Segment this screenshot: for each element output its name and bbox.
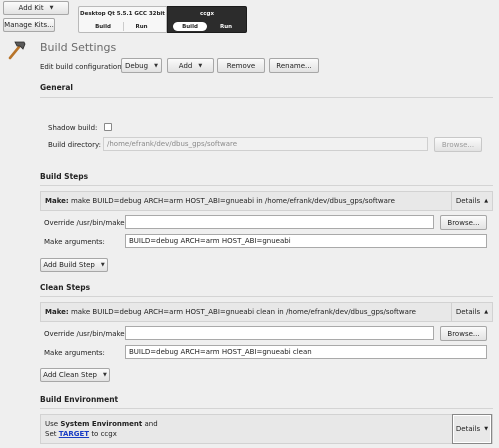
target-desktop[interactable]: Desktop Qt 5.5.1 GCC 32bit Build Run <box>78 6 167 33</box>
build-step-details-label: Details <box>455 197 481 205</box>
clean-override-label: Override /usr/bin/make: <box>44 330 127 338</box>
target-desktop-build-tab[interactable]: Build <box>87 22 119 31</box>
build-env-details-button[interactable]: Details ▼ <box>452 414 492 444</box>
general-divider <box>40 97 493 98</box>
build-env-line1: Use System Environment and <box>45 420 158 428</box>
chevron-down-icon: ▼ <box>484 426 489 432</box>
build-steps-divider <box>40 185 493 186</box>
system-environment-label: System Environment <box>60 420 143 428</box>
add-build-step-button[interactable]: Add Build Step ▼ <box>40 258 108 272</box>
clean-step-summary: Make: make BUILD=debug ARCH=arm HOST_ABI… <box>45 308 416 316</box>
target-desktop-name: Desktop Qt 5.5.1 GCC 32bit <box>80 11 165 17</box>
build-override-field[interactable] <box>125 215 434 229</box>
build-step-make-summary: make BUILD=debug ARCH=arm HOST_ABI=gnuea… <box>70 197 395 205</box>
clean-steps-title: Clean Steps <box>40 283 91 292</box>
target-ccgx[interactable]: ccgx Build Run <box>167 6 247 33</box>
build-env-title: Build Environment <box>40 395 119 404</box>
clean-override-browse-label: Browse... <box>447 329 480 338</box>
add-clean-step-button[interactable]: Add Clean Step ▼ <box>40 368 110 382</box>
hammer-icon <box>4 38 28 62</box>
build-step-make-header: Make: make BUILD=debug ARCH=arm HOST_ABI… <box>40 191 493 211</box>
build-override-browse-button[interactable]: Browse... <box>440 215 487 230</box>
general-title: General <box>40 83 73 92</box>
target-ccgx-run-tab[interactable]: Run <box>210 22 242 31</box>
build-env-details-label: Details <box>455 425 481 433</box>
target-desktop-run-tab[interactable]: Run <box>123 22 159 31</box>
add-build-step-label: Add Build Step <box>43 261 95 269</box>
add-clean-step-label: Add Clean Step <box>43 371 97 379</box>
chevron-down-icon: ▼ <box>49 5 54 11</box>
build-step-details-button[interactable]: Details ▲ <box>451 192 492 210</box>
build-dir-browse-button[interactable]: Browse... <box>434 137 482 152</box>
build-args-field[interactable]: BUILD=debug ARCH=arm HOST_ABI=gnueabi <box>125 234 487 248</box>
build-step-make-label: Make: <box>45 197 69 205</box>
chevron-down-icon: ▼ <box>102 372 107 378</box>
clean-override-browse-button[interactable]: Browse... <box>440 326 487 341</box>
config-label: Edit build configuration: <box>40 63 125 71</box>
build-steps-title: Build Steps <box>40 172 89 181</box>
manage-kits-button[interactable]: Manage Kits... <box>3 18 55 32</box>
config-select[interactable]: Debug ▼ <box>121 58 162 73</box>
clean-step-make-header: Make: make BUILD=debug ARCH=arm HOST_ABI… <box>40 302 493 322</box>
target-link[interactable]: TARGET <box>59 430 89 438</box>
rename-config-label: Rename... <box>276 61 312 70</box>
build-override-browse-label: Browse... <box>447 218 480 227</box>
clean-override-field[interactable] <box>125 326 434 340</box>
config-selected: Debug <box>125 61 149 70</box>
add-config-button[interactable]: Add ▼ <box>167 58 214 73</box>
clean-step-make-label: Make: <box>45 308 69 316</box>
build-override-label: Override /usr/bin/make: <box>44 219 127 227</box>
page-title: Build Settings <box>40 41 117 54</box>
add-kit-label: Add Kit <box>18 4 44 12</box>
chevron-up-icon: ▲ <box>484 309 489 315</box>
target-ccgx-build-tab[interactable]: Build <box>173 22 207 31</box>
build-env-line2: Set TARGET to ccgx <box>45 430 117 438</box>
add-kit-button[interactable]: Add Kit ▼ <box>3 1 69 15</box>
rename-config-button[interactable]: Rename... <box>269 58 319 73</box>
add-config-label: Add <box>178 61 193 70</box>
build-env-and-text: and <box>144 420 158 428</box>
remove-config-label: Remove <box>226 61 256 70</box>
clean-args-label: Make arguments: <box>44 349 105 357</box>
build-env-panel: Use System Environment and Set TARGET to… <box>40 414 493 444</box>
chevron-down-icon: ▼ <box>100 262 105 268</box>
shadow-build-label: Shadow build: <box>48 124 98 132</box>
remove-config-button[interactable]: Remove <box>217 58 265 73</box>
build-args-label: Make arguments: <box>44 238 105 246</box>
build-env-divider <box>40 408 493 409</box>
clean-step-details-button[interactable]: Details ▲ <box>451 303 492 321</box>
clean-step-make-summary: make BUILD=debug ARCH=arm HOST_ABI=gnuea… <box>70 308 416 316</box>
build-env-set-text: Set <box>45 430 57 438</box>
clean-step-details-label: Details <box>455 308 481 316</box>
target-ccgx-name: ccgx <box>199 11 214 17</box>
chevron-down-icon: ▼ <box>154 62 158 69</box>
build-dir-label: Build directory: <box>48 141 101 149</box>
build-env-use-text: Use <box>45 420 59 428</box>
chevron-up-icon: ▲ <box>484 198 489 204</box>
clean-args-field[interactable]: BUILD=debug ARCH=arm HOST_ABI=gnueabi cl… <box>125 345 487 359</box>
build-env-to-text: to ccgx <box>91 430 117 438</box>
build-dir-browse-label: Browse... <box>441 140 475 149</box>
manage-kits-label: Manage Kits... <box>4 21 54 29</box>
build-dir-field[interactable]: /home/efrank/dev/dbus_gps/software <box>103 137 428 151</box>
build-step-summary: Make: make BUILD=debug ARCH=arm HOST_ABI… <box>45 197 395 205</box>
clean-steps-divider <box>40 296 493 297</box>
chevron-down-icon: ▼ <box>198 62 203 69</box>
shadow-build-checkbox[interactable] <box>104 123 112 131</box>
